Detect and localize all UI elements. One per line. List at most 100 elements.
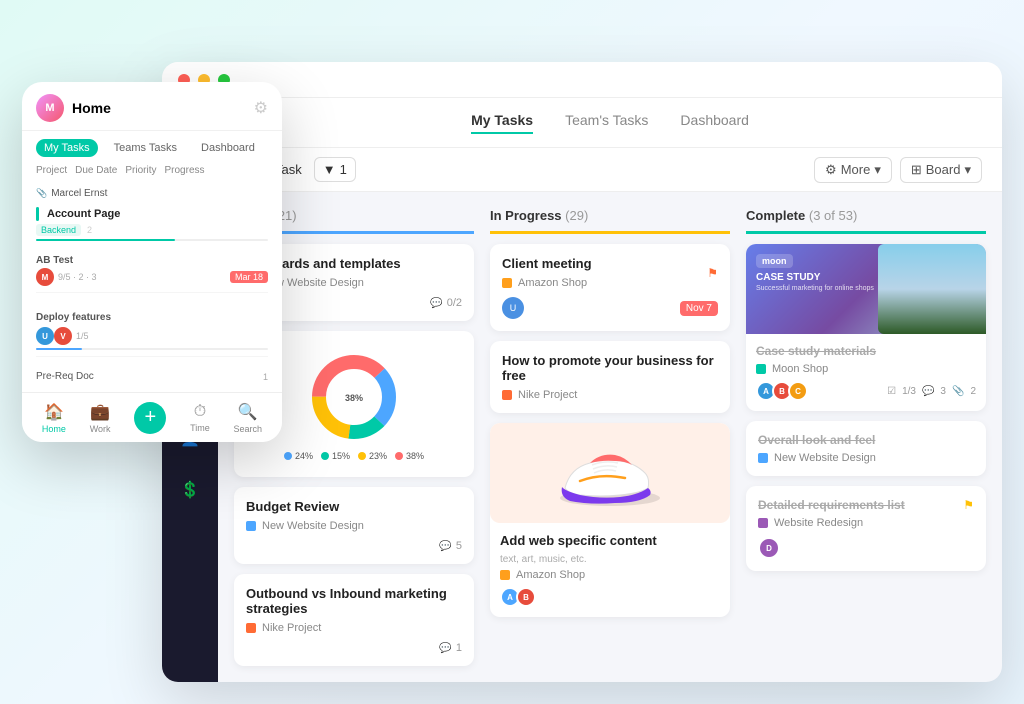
card-outbound: Outbound vs Inbound marketing strategies…: [234, 574, 474, 666]
tab-teamstasks[interactable]: Team's Tasks: [565, 112, 648, 134]
mobile-ab-test-task: AB Test M 9/5 · 2 · 3 Mar 18: [22, 245, 282, 297]
mobile-prereq-task: Pre-Req Doc 1: [22, 361, 282, 384]
filter-button[interactable]: ▼ 1: [314, 157, 356, 182]
svg-text:38%: 38%: [345, 393, 363, 403]
browser-titlebar: [162, 62, 1002, 98]
col-header-complete: Complete (3 of 53): [746, 208, 986, 234]
card-project-budget: New Website Design: [246, 520, 462, 532]
mobile-nav-home[interactable]: 🏠 Home: [42, 402, 66, 434]
board-chevron-icon: ▾: [964, 162, 971, 178]
flag-icon: ⚑: [963, 498, 974, 512]
filter-icon: ▼: [323, 162, 336, 177]
mobile-avatar: M: [36, 94, 64, 122]
browser-window: P ● 🏠 📄 + 📁 🔍 👤 💲 My Tasks Team's Tasks …: [162, 62, 1002, 682]
mobile-date-badge: Mar 18: [230, 271, 268, 283]
mobile-app: M Home ⚙ My Tasks Teams Tasks Dashboard …: [22, 82, 282, 442]
card-overall-look: Overall look and feel New Website Design: [746, 421, 986, 476]
more-button[interactable]: ⚙ More ▾: [814, 157, 892, 183]
mobile-task-meta: M 9/5 · 2 · 3: [36, 268, 97, 286]
project-dot: [502, 390, 512, 400]
card-project-client: Amazon Shop: [502, 277, 592, 289]
card-add-web-content: Add web specific content text, art, musi…: [490, 423, 730, 617]
client-card-header: Client meeting Amazon Shop ⚑: [502, 256, 718, 289]
case-study-subtitle: Successful marketing for online shops: [756, 285, 874, 292]
sidebar-dollar-icon[interactable]: 💲: [174, 474, 206, 506]
comment-icon: 💬: [430, 298, 442, 309]
card-title-outbound: Outbound vs Inbound marketing strategies: [246, 586, 462, 616]
sky-background: [878, 244, 986, 334]
mobile-filter-duedate[interactable]: Due Date: [75, 165, 117, 176]
case-study-image: moon CASE STUDY Successful marketing for…: [746, 244, 986, 334]
donut-chart: 38%: [304, 347, 404, 447]
mobile-header: M Home ⚙: [22, 82, 282, 131]
project-dot: [246, 521, 256, 531]
user-avatar: U: [502, 297, 524, 319]
checklist-icon: ☑: [887, 386, 896, 397]
card-project-overall: New Website Design: [758, 452, 974, 464]
card-title-client: Client meeting: [502, 256, 592, 271]
project-dot: [756, 364, 766, 374]
mobile-settings-icon[interactable]: ⚙: [254, 98, 268, 118]
board-button[interactable]: ⊞ Board ▾: [900, 157, 982, 183]
card-stats: ☑ 1/3 💬 3 📎 2: [887, 386, 976, 397]
comment-icon: 💬: [439, 643, 451, 654]
mobile-filters: Project Due Date Priority Progress: [22, 165, 282, 184]
top-nav: My Tasks Team's Tasks Dashboard: [218, 98, 1002, 148]
avatars: A B C: [756, 381, 808, 401]
mobile-home-title: Home: [72, 100, 111, 116]
kanban-area: To Do (21) Standards and templates New W…: [218, 192, 1002, 682]
shoe-card-body: Add web specific content text, art, musi…: [490, 523, 730, 617]
mobile-bottom-nav: 🏠 Home 💼 Work + ⏱ Time 🔍 Search: [22, 392, 282, 442]
mobile-task-title-account: Account Page: [47, 208, 120, 220]
card-title-detailed: Detailed requirements list: [758, 498, 905, 512]
mobile-nav-search[interactable]: 🔍 Search: [234, 402, 263, 434]
card-promote-business: How to promote your business for free Ni…: [490, 341, 730, 413]
comment-icon: 💬: [922, 386, 934, 397]
mobile-tab-teamstasks[interactable]: Teams Tasks: [106, 139, 185, 157]
toolbar: + Add Task ▼ 1 ⚙ More ▾ ⊞ Board: [218, 148, 1002, 192]
more-chevron-icon: ▾: [874, 162, 881, 178]
flag-icon: ⚑: [707, 266, 718, 280]
card-project-promote: Nike Project: [502, 389, 718, 401]
filter-count: 1: [340, 162, 347, 177]
card-title-promote: How to promote your business for free: [502, 353, 718, 383]
card-project-web: Amazon Shop: [500, 569, 720, 581]
card-project-outbound: Nike Project: [246, 622, 462, 634]
tab-dashboard[interactable]: Dashboard: [680, 112, 749, 134]
card-title-case-study: Case study materials: [756, 344, 976, 358]
avatar: D: [758, 537, 780, 559]
mobile-nav-time[interactable]: ⏱ Time: [190, 403, 210, 433]
tab-mytasks[interactable]: My Tasks: [471, 112, 533, 134]
main-content: My Tasks Team's Tasks Dashboard + Add Ta…: [218, 98, 1002, 682]
moon-logo: moon: [756, 254, 793, 268]
mobile-filter-project[interactable]: Project: [36, 165, 67, 176]
mobile-nav-tabs: My Tasks Teams Tasks Dashboard: [22, 131, 282, 165]
mobile-user: M Home: [36, 94, 111, 122]
shoe-image: [490, 423, 730, 523]
mobile-section-user: 📎 Marcel Ernst: [22, 184, 282, 203]
column-complete: Complete (3 of 53) moon CASE STUDY Succe…: [746, 208, 986, 666]
col-header-inprogress: In Progress (29): [490, 208, 730, 234]
more-label: More: [841, 162, 871, 177]
project-dot: [758, 453, 768, 463]
mobile-filter-progress[interactable]: Progress: [165, 165, 205, 176]
card-detailed-requirements: Detailed requirements list Website Redes…: [746, 486, 986, 571]
mobile-tab-dashboard[interactable]: Dashboard: [193, 139, 263, 157]
mobile-tab-mytasks[interactable]: My Tasks: [36, 139, 98, 157]
mobile-account-page-task: Account Page Backend 2: [22, 203, 282, 245]
project-dot: [502, 278, 512, 288]
card-meta: A B C ☑ 1/3 💬 3 📎: [756, 381, 976, 401]
board-label: Board: [926, 162, 961, 177]
mobile-filter-priority[interactable]: Priority: [125, 165, 156, 176]
case-study-text: CASE STUDY: [756, 272, 820, 283]
mobile-add-button[interactable]: +: [134, 402, 166, 434]
card-project-detailed: Website Redesign: [758, 517, 905, 529]
shoe-svg: [550, 433, 670, 513]
case-study-body: Case study materials Moon Shop A B: [746, 334, 986, 411]
date-badge: Nov 7: [680, 301, 718, 316]
avatar-2: B: [516, 587, 536, 607]
gear-icon: ⚙: [825, 162, 837, 178]
mobile-nav-work[interactable]: 💼 Work: [90, 402, 111, 434]
project-dot: [246, 623, 256, 633]
card-case-study: moon CASE STUDY Successful marketing for…: [746, 244, 986, 411]
